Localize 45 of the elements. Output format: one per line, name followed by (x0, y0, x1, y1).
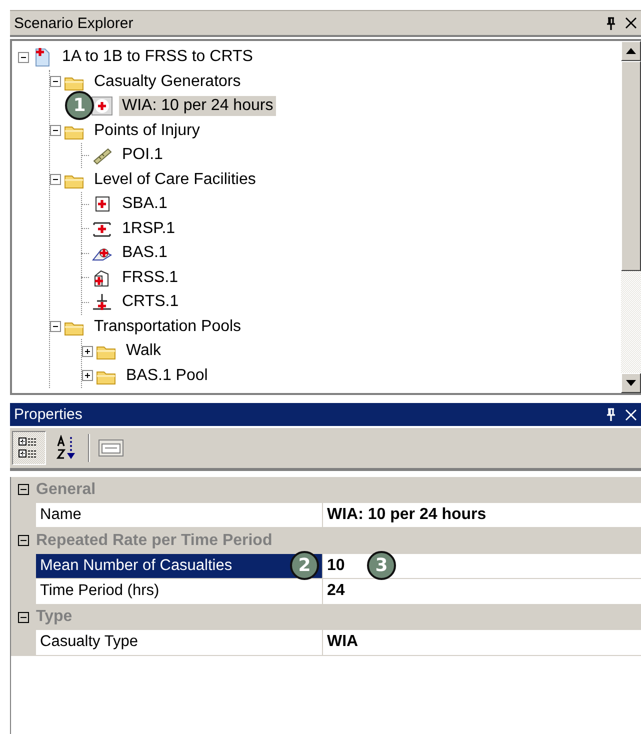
property-value[interactable]: WIA (323, 630, 641, 656)
collapse-icon[interactable] (18, 535, 29, 546)
panel-title: Scenario Explorer (14, 14, 134, 32)
medical-station-icon (91, 292, 113, 312)
property-pages-icon (98, 438, 124, 458)
tree-item[interactable]: Transportation Pools (91, 316, 244, 337)
scroll-bar[interactable] (621, 41, 641, 393)
tree-item[interactable]: BAS.1 (119, 243, 170, 264)
collapse-icon[interactable] (50, 321, 61, 332)
property-value[interactable]: WIA: 10 per 24 hours (323, 502, 641, 528)
scroll-up-button[interactable] (621, 41, 641, 61)
collapse-icon[interactable] (18, 612, 29, 623)
expand-icon[interactable] (82, 346, 93, 357)
tree-item[interactable]: 1A to 1B to FRSS to CRTS (59, 47, 256, 68)
tree-item[interactable]: Level of Care Facilities (91, 170, 259, 190)
tree-item[interactable]: POI.1 (119, 145, 166, 166)
tree-item[interactable]: CRTS.1 (119, 292, 182, 312)
scroll-down-button[interactable] (621, 373, 641, 393)
expand-icon[interactable] (82, 370, 93, 382)
tree-item[interactable]: Points of Injury (91, 120, 203, 141)
tree-item[interactable]: WIA: 10 per 24 hours (119, 96, 276, 116)
property-name[interactable]: Casualty Type (36, 630, 323, 656)
close-icon[interactable] (625, 17, 637, 29)
down-arrow-icon (626, 380, 636, 386)
property-value[interactable]: 24 (323, 579, 641, 604)
scroll-thumb[interactable] (621, 61, 641, 271)
collapse-icon[interactable] (50, 174, 61, 186)
tree-item[interactable]: Walk (123, 341, 164, 362)
pin-icon[interactable] (605, 16, 617, 30)
collapse-icon[interactable] (50, 125, 61, 136)
property-name[interactable]: Name (36, 502, 323, 528)
property-name[interactable]: Time Period (hrs) (36, 579, 323, 604)
tree-item[interactable]: FRSS.1 (119, 268, 182, 288)
tree-item[interactable]: 1RSP.1 (119, 218, 178, 239)
collapse-icon[interactable] (18, 52, 29, 63)
up-arrow-icon (626, 48, 636, 54)
panel-title: Properties (14, 406, 84, 423)
tree-item[interactable]: BAS.1 Pool (123, 366, 211, 386)
sort-alphabetical-icon (56, 435, 78, 461)
categorized-view-button[interactable] (12, 431, 46, 465)
tree-item[interactable]: SBA.1 (119, 194, 170, 214)
tree-item[interactable]: Casualty Generators (91, 72, 244, 92)
collapse-icon[interactable] (50, 76, 61, 88)
collapse-icon[interactable] (18, 484, 29, 496)
medical-cross-icon (91, 96, 113, 116)
